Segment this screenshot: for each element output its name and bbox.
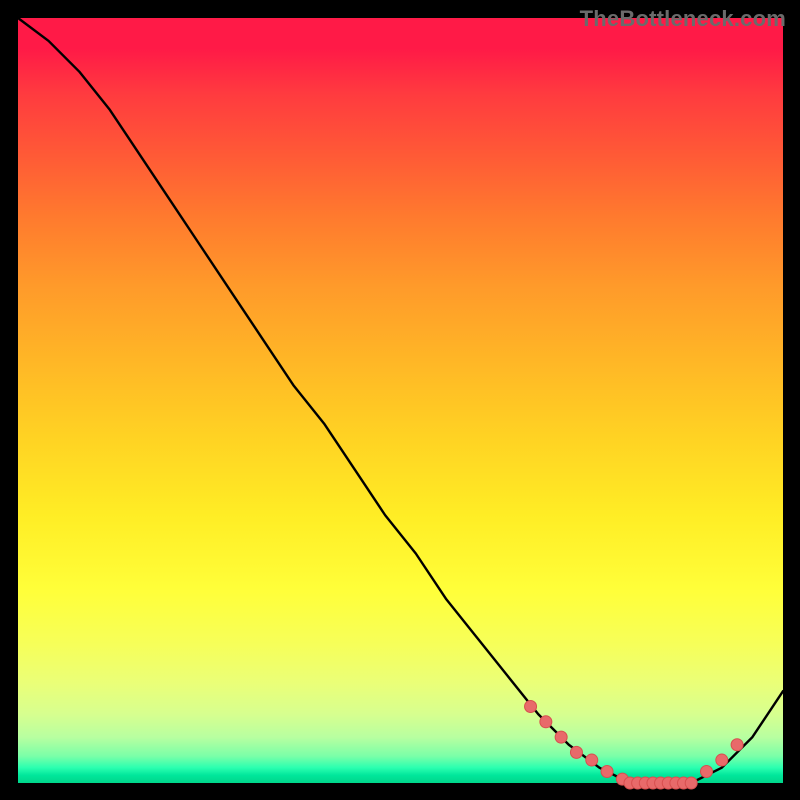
curve-layer	[18, 18, 783, 783]
highlight-marker	[570, 746, 582, 758]
highlight-marker	[555, 731, 567, 743]
highlight-marker	[586, 754, 598, 766]
highlight-marker	[731, 739, 743, 751]
highlight-marker	[685, 777, 697, 789]
highlight-marker	[525, 701, 537, 713]
highlight-marker	[716, 754, 728, 766]
highlight-marker	[601, 766, 613, 778]
highlight-marker	[540, 716, 552, 728]
watermark-text: TheBottleneck.com	[580, 6, 786, 32]
chart-stage: TheBottleneck.com	[0, 0, 800, 800]
highlight-marker	[701, 766, 713, 778]
highlight-markers	[525, 701, 744, 790]
chart-svg	[18, 18, 783, 783]
bottleneck-curve	[18, 18, 783, 783]
plot-area	[18, 18, 783, 783]
